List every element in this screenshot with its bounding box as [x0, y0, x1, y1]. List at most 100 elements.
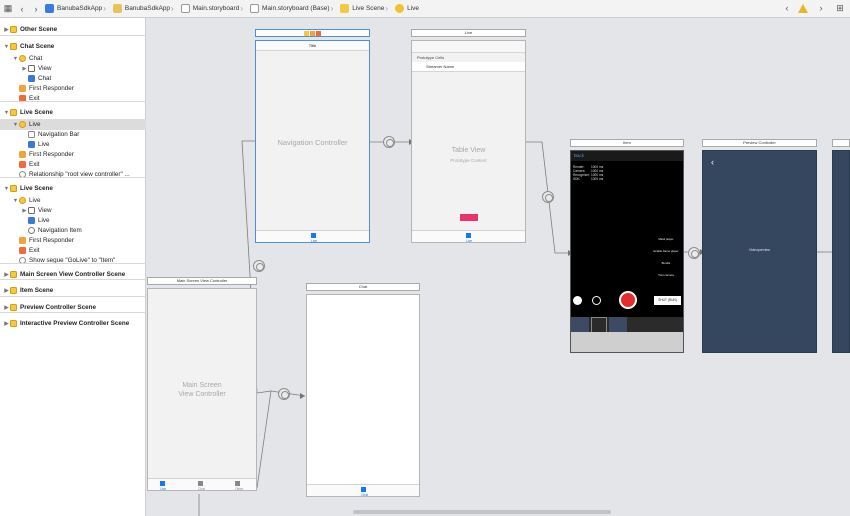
outline-item-label: Other Scene [20, 26, 58, 33]
outline-item-label: View [38, 65, 52, 72]
outline-divider [0, 312, 146, 313]
screen-label: Navigation Controller [277, 138, 348, 147]
tab-label: Other [235, 487, 244, 491]
screen-label: Table View [451, 147, 486, 154]
scene-title[interactable]: Live [411, 29, 526, 37]
vc-icon [19, 121, 26, 128]
disclosure-triangle-icon[interactable]: ▼ [3, 186, 10, 192]
back-button[interactable]: Back [574, 153, 584, 158]
disclosure-triangle-icon[interactable]: ▶ [21, 66, 28, 72]
relationship-segue-icon[interactable] [278, 388, 290, 400]
outline-item[interactable]: ▶ Item Scene [0, 285, 146, 296]
disclosure-triangle-icon[interactable]: ▼ [12, 122, 19, 128]
item-screen[interactable]: Back Render: Camera: Recognizer: SDK: 1000 … [570, 150, 684, 353]
outline-item-label: Interactive Preview Controller Scene [20, 320, 130, 327]
document-outline: ▶ Other Scene ▼ Chat Scene ▼ Chat ▶ View Chat Fir… [0, 18, 146, 516]
disclosure-triangle-icon[interactable]: ▼ [12, 56, 19, 62]
scene-dock[interactable] [255, 29, 370, 37]
outline-divider [0, 296, 146, 297]
tab-label: Chat [361, 493, 368, 497]
tab-icon [198, 481, 203, 486]
interactive-preview-screen[interactable] [832, 150, 850, 353]
disclosure-triangle-icon[interactable]: ▶ [3, 288, 10, 294]
outline-item-label: Live Scene [20, 185, 53, 192]
breadcrumb-scene[interactable]: Live Scene › [340, 4, 392, 13]
outline-item-label: Live [38, 217, 50, 224]
outline-item-label: First Responder [29, 237, 74, 244]
back-arrow-icon[interactable]: ‹ [16, 3, 28, 15]
outline-item-label: View [38, 207, 52, 214]
disclosure-triangle-icon[interactable]: ▶ [3, 305, 10, 311]
navigation-controller-screen[interactable]: Title Navigation Controller Live [255, 40, 370, 243]
effect-thumb[interactable] [609, 317, 627, 333]
tab-icon [235, 481, 240, 486]
record-button[interactable] [619, 291, 637, 309]
disclosure-triangle-icon[interactable]: ▶ [21, 208, 28, 214]
breadcrumb-storyboard[interactable]: Main.storyboard › [180, 4, 247, 13]
chat-screen[interactable]: Chat [306, 294, 420, 497]
scene-title[interactable]: Item [570, 139, 684, 147]
tab-bar: Live [256, 230, 369, 243]
breadcrumb-folder[interactable]: BanubaSdkApp › [112, 4, 178, 13]
tab-label: Live [311, 239, 318, 243]
disclosure-triangle-icon[interactable]: ▼ [3, 44, 10, 50]
outline-item-label: Live Scene [20, 109, 53, 116]
disclosure-triangle-icon[interactable]: ▶ [3, 272, 10, 278]
segue-icon[interactable] [383, 136, 395, 148]
grid-icon[interactable]: ▦ [2, 3, 14, 15]
storyboard-canvas[interactable]: Title Navigation Controller Live Live Pr… [147, 18, 850, 516]
breadcrumb-project[interactable]: BanubaSdkApp › [45, 4, 110, 13]
outline-item[interactable]: ▼ Live Scene [0, 183, 146, 194]
outline-item[interactable]: ▶ Other Scene [0, 24, 146, 35]
outline-item-label: Live [29, 197, 41, 204]
outline-divider [0, 279, 146, 280]
scene-icon [10, 26, 17, 33]
scene-title[interactable] [832, 139, 850, 147]
outline-item[interactable]: ▼ Live Scene [0, 107, 146, 118]
warning-icon[interactable] [798, 3, 808, 13]
bottom-panel [571, 332, 683, 352]
table-view-screen[interactable]: Prototype Cells Streamer Name Table View… [411, 40, 526, 243]
breadcrumb-storyboard-base[interactable]: Main.storyboard (Base) › [250, 4, 337, 13]
outline-item[interactable]: Show segue "GoLive" to "Item" [0, 255, 146, 266]
scene-title[interactable]: Preview Controller [702, 139, 817, 147]
outline-divider [0, 35, 146, 36]
breadcrumb-view-controller[interactable]: Live [395, 4, 419, 13]
start-button[interactable]: SHUT (RUN) [654, 296, 681, 305]
photo-mode-button[interactable] [592, 296, 601, 305]
outline-item-label: Live [38, 141, 50, 148]
scene-title[interactable]: Main Screen View Controller [147, 277, 257, 285]
add-effect-button[interactable] [591, 317, 607, 333]
storyboard-icon [180, 4, 190, 13]
screen-label: Videopreview [749, 248, 770, 252]
effect-thumb[interactable] [571, 317, 589, 333]
tab-icon [466, 233, 471, 238]
outline-item[interactable]: Relationship "root view controller" ... [0, 169, 146, 180]
disclosure-triangle-icon[interactable]: ▶ [3, 27, 10, 33]
add-editor-icon[interactable]: ⊞ [834, 2, 846, 14]
tab-label: Live [466, 239, 473, 243]
disclosure-triangle-icon[interactable]: ▼ [12, 198, 19, 204]
outline-item[interactable]: Exit [0, 93, 146, 104]
preview-screen[interactable]: ‹ Videopreview [702, 150, 817, 353]
table-cell[interactable]: Streamer Name [412, 62, 525, 72]
forward-arrow-icon[interactable]: › [30, 3, 42, 15]
outline-item[interactable]: ▼ Chat Scene [0, 41, 146, 52]
disclosure-triangle-icon[interactable]: ▼ [3, 110, 10, 116]
tab-icon [361, 487, 366, 492]
disclosure-triangle-icon[interactable]: ▶ [3, 321, 10, 327]
record-mode-button[interactable] [573, 296, 582, 305]
segue-icon[interactable] [688, 247, 700, 259]
outline-item[interactable]: ▶ Interactive Preview Controller Scene [0, 318, 146, 329]
horizontal-scrollbar[interactable] [353, 510, 611, 514]
jump-bar: ▦ ‹ › BanubaSdkApp › BanubaSdkApp › Main.s… [0, 0, 850, 18]
next-issue-icon[interactable]: › [815, 2, 827, 14]
previous-issue-icon[interactable]: ‹ [781, 2, 793, 14]
back-chevron-icon[interactable]: ‹ [711, 157, 714, 167]
relationship-segue-icon[interactable] [253, 260, 265, 272]
live-badge [460, 214, 478, 221]
view-controller-icon [395, 4, 405, 13]
segue-icon[interactable] [542, 191, 554, 203]
scene-title[interactable]: Chat [306, 283, 420, 291]
main-screen-view[interactable]: Main Screen View Controller Live Chat Ot… [147, 288, 257, 491]
